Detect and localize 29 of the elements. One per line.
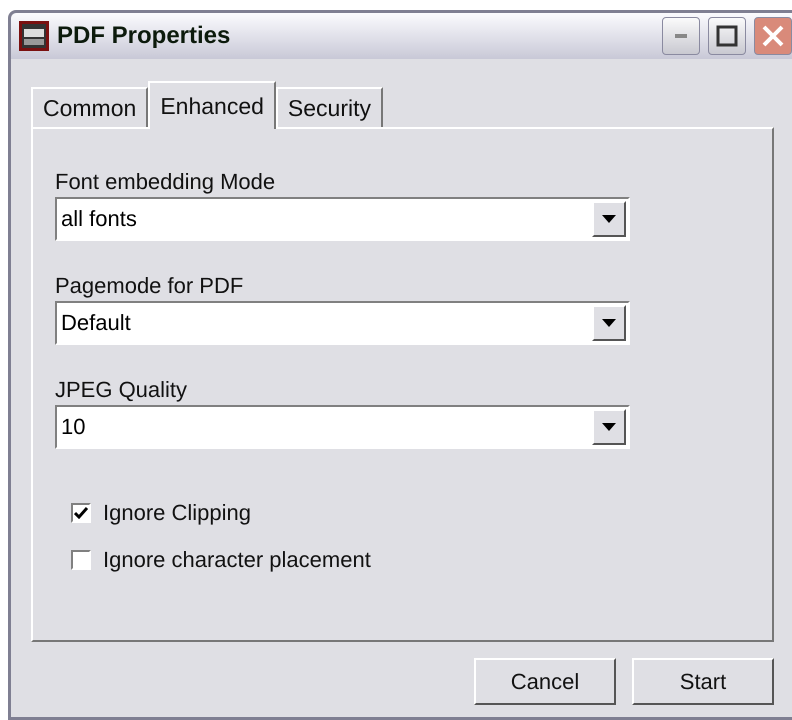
field-label: JPEG Quality: [55, 377, 188, 403]
dialog-button[interactable]: Cancel: [474, 658, 616, 705]
dropdown-field[interactable]: Default: [55, 301, 630, 345]
minimize-button[interactable]: [662, 17, 700, 55]
app-icon: [19, 21, 49, 51]
field-label: Pagemode for PDF: [55, 273, 244, 299]
checkbox-label: Ignore character placement: [103, 546, 371, 572]
checkbox-label: Ignore Clipping: [103, 500, 251, 526]
maximize-icon: [716, 25, 738, 47]
window-title: PDF Properties: [57, 22, 232, 50]
checkbox[interactable]: [71, 502, 91, 522]
dropdown-button[interactable]: [592, 201, 626, 237]
close-icon: [761, 24, 785, 48]
dropdown-button[interactable]: [592, 409, 626, 445]
caret-icon: [602, 423, 616, 431]
maximize-button[interactable]: [708, 17, 746, 55]
tab[interactable]: Security: [276, 87, 383, 127]
checkbox[interactable]: [71, 550, 91, 570]
dropdown-field[interactable]: 10: [55, 405, 630, 449]
field-label: Font embedding Mode: [55, 169, 276, 195]
tab[interactable]: Common: [31, 87, 148, 127]
caret-icon: [602, 215, 616, 223]
minimize-icon: [675, 34, 687, 38]
tab[interactable]: Enhanced: [148, 81, 276, 129]
close-button[interactable]: [754, 17, 792, 55]
dropdown-field[interactable]: all fonts: [55, 197, 630, 241]
caret-icon: [602, 319, 616, 327]
dropdown-button[interactable]: [592, 305, 626, 341]
dialog-button[interactable]: Start: [632, 658, 774, 705]
